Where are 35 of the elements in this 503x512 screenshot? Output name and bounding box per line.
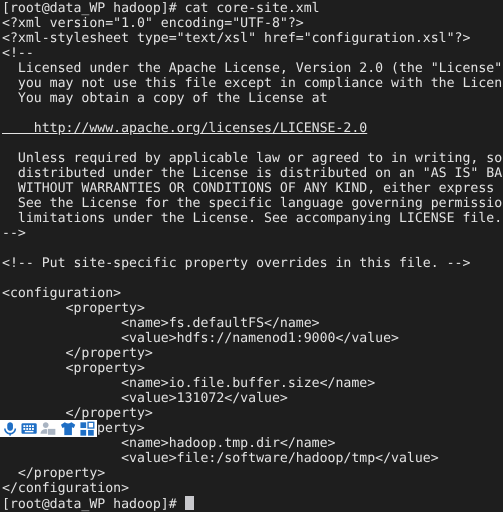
keyboard-icon[interactable] (21, 421, 38, 436)
terminal-line: <name>fs.defaultFS</name> (120, 316, 320, 331)
terminal-line: <!-- (2, 46, 34, 61)
terminal-line: you may not use this file except in compliance with the Licen (16, 76, 502, 91)
terminal-line: Licensed under the Apache License, Version 2.0 (the "License" (16, 61, 502, 76)
terminal-line: perty> (97, 421, 145, 436)
terminal-line: <?xml version="1.0" encoding="UTF-8"?> (2, 16, 304, 31)
terminal-line: </configuration> (2, 481, 130, 496)
terminal-line: <value>131072</value> (120, 391, 288, 406)
terminal-line: distributed under the License is distributed on an "AS IS" BA (16, 166, 502, 181)
cursor (184, 496, 194, 510)
terminal-line: <property> (64, 301, 145, 316)
url-text: http://www.apache.org/licenses/LICENSE-2.0 (32, 121, 368, 136)
grid-icon[interactable] (78, 421, 96, 436)
terminal-line: --> (2, 226, 26, 241)
microphone-icon[interactable] (2, 421, 18, 436)
terminal-line: <name>io.file.buffer.size</name> (120, 376, 376, 391)
terminal-line: </property> (64, 346, 153, 361)
terminal-line: <configuration> (2, 286, 122, 301)
terminal-line: </property> (16, 466, 106, 481)
terminal-line: </property> (64, 406, 153, 421)
terminal-line: WITHOUT WARRANTIES OR CONDITIONS OF ANY KIND, either express (16, 181, 494, 196)
terminal-line: <value>hdfs://namenod1:9000</value> (120, 331, 399, 346)
terminal-line: <property> (64, 361, 145, 376)
terminal-line: You may obtain a copy of the License at (16, 91, 328, 106)
terminal-line: <!-- Put site-specific property overrides in this file. --> (2, 256, 470, 271)
shell-prompt: [root@data_WP hadoop]# (2, 497, 178, 512)
terminal-line: Unless required by applicable law or agreed to in writing, so (16, 151, 502, 166)
terminal-line: <name>hadoop.tmp.dir</name> (120, 436, 336, 451)
terminal-line: [root@data_WP hadoop]# cat core-site.xml (2, 1, 320, 16)
terminal-line: See the License for the specific language governing permissio (16, 196, 502, 211)
terminal-line: <value>file:/software/hadoop/tmp</value> (120, 451, 439, 466)
shirt-icon[interactable] (60, 421, 76, 436)
terminal-line: limitations under the License. See accompanying LICENSE file. (16, 211, 502, 226)
terminal-line: <?xml-stylesheet type="text/xsl" href="configuration.xsl"?> (2, 31, 470, 46)
